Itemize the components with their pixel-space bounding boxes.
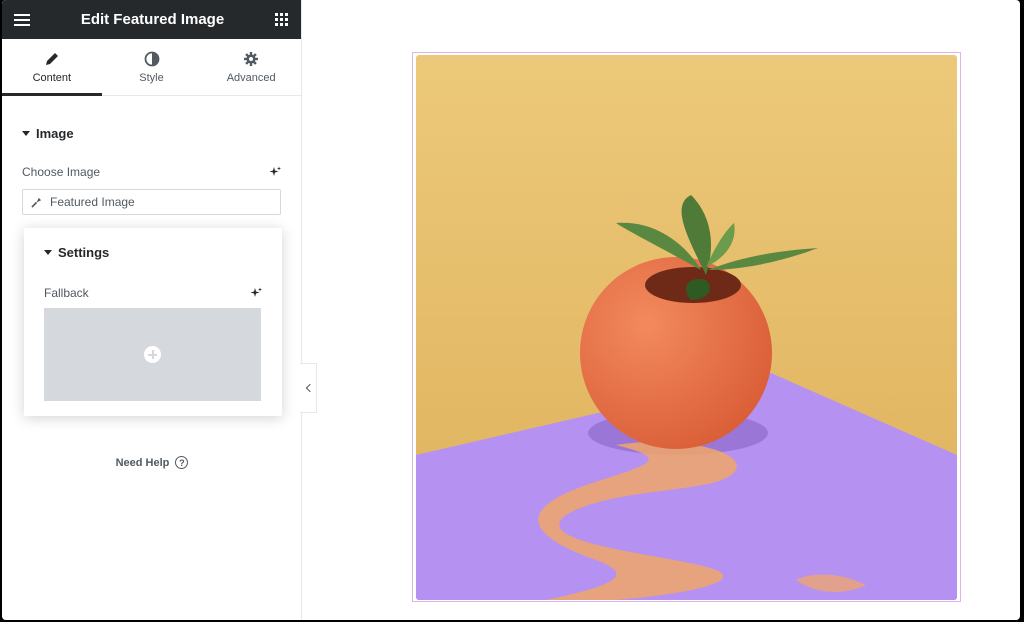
wrench-icon: [31, 197, 42, 208]
grid-icon[interactable]: [275, 12, 289, 27]
featured-image-preview[interactable]: [416, 55, 957, 600]
editor-panel: Edit Featured Image Content Style Advanc…: [2, 0, 302, 620]
settings-toggle[interactable]: Settings: [24, 245, 282, 260]
dynamic-tag-field[interactable]: Featured Image: [22, 189, 281, 215]
settings-title: Settings: [58, 245, 110, 260]
ai-sparkle-icon[interactable]: [250, 287, 262, 299]
panel-title: Edit Featured Image: [80, 11, 225, 28]
gear-icon: [244, 51, 259, 66]
plus-icon: [144, 346, 161, 363]
dynamic-settings-popover: Settings Fallback: [24, 228, 282, 416]
tab-content-label: Content: [32, 71, 72, 84]
caret-down-icon: [22, 131, 30, 136]
ai-sparkle-icon[interactable]: [269, 166, 281, 178]
contrast-icon: [144, 51, 159, 66]
tab-advanced[interactable]: Advanced: [201, 39, 301, 95]
collapse-panel-button[interactable]: [300, 363, 317, 413]
choose-image-row: Choose Image: [2, 165, 301, 179]
tab-content[interactable]: Content: [2, 39, 102, 96]
plant-photo: [416, 55, 957, 600]
chevron-left-icon: [305, 383, 314, 393]
fallback-image-picker[interactable]: [44, 308, 261, 401]
section-image-toggle[interactable]: Image: [2, 126, 301, 141]
section-image-title: Image: [36, 126, 74, 141]
caret-down-icon: [44, 250, 52, 255]
tab-advanced-label: Advanced: [226, 71, 276, 84]
panel-header: Edit Featured Image: [2, 0, 301, 39]
question-icon: ?: [175, 456, 189, 469]
need-help-link[interactable]: Need Help ?: [2, 456, 302, 469]
fallback-label: Fallback: [44, 286, 89, 300]
hamburger-icon[interactable]: [14, 13, 30, 26]
tab-style[interactable]: Style: [102, 39, 202, 95]
panel-tabs: Content Style Advanced: [2, 39, 301, 96]
fallback-row: Fallback: [24, 286, 282, 300]
tab-style-label: Style: [139, 71, 164, 84]
choose-image-label: Choose Image: [22, 165, 101, 179]
dynamic-tag-value: Featured Image: [50, 195, 135, 209]
need-help-label: Need Help: [115, 456, 170, 469]
editor-window: Edit Featured Image Content Style Advanc…: [2, 0, 1020, 620]
pencil-icon: [45, 52, 58, 65]
